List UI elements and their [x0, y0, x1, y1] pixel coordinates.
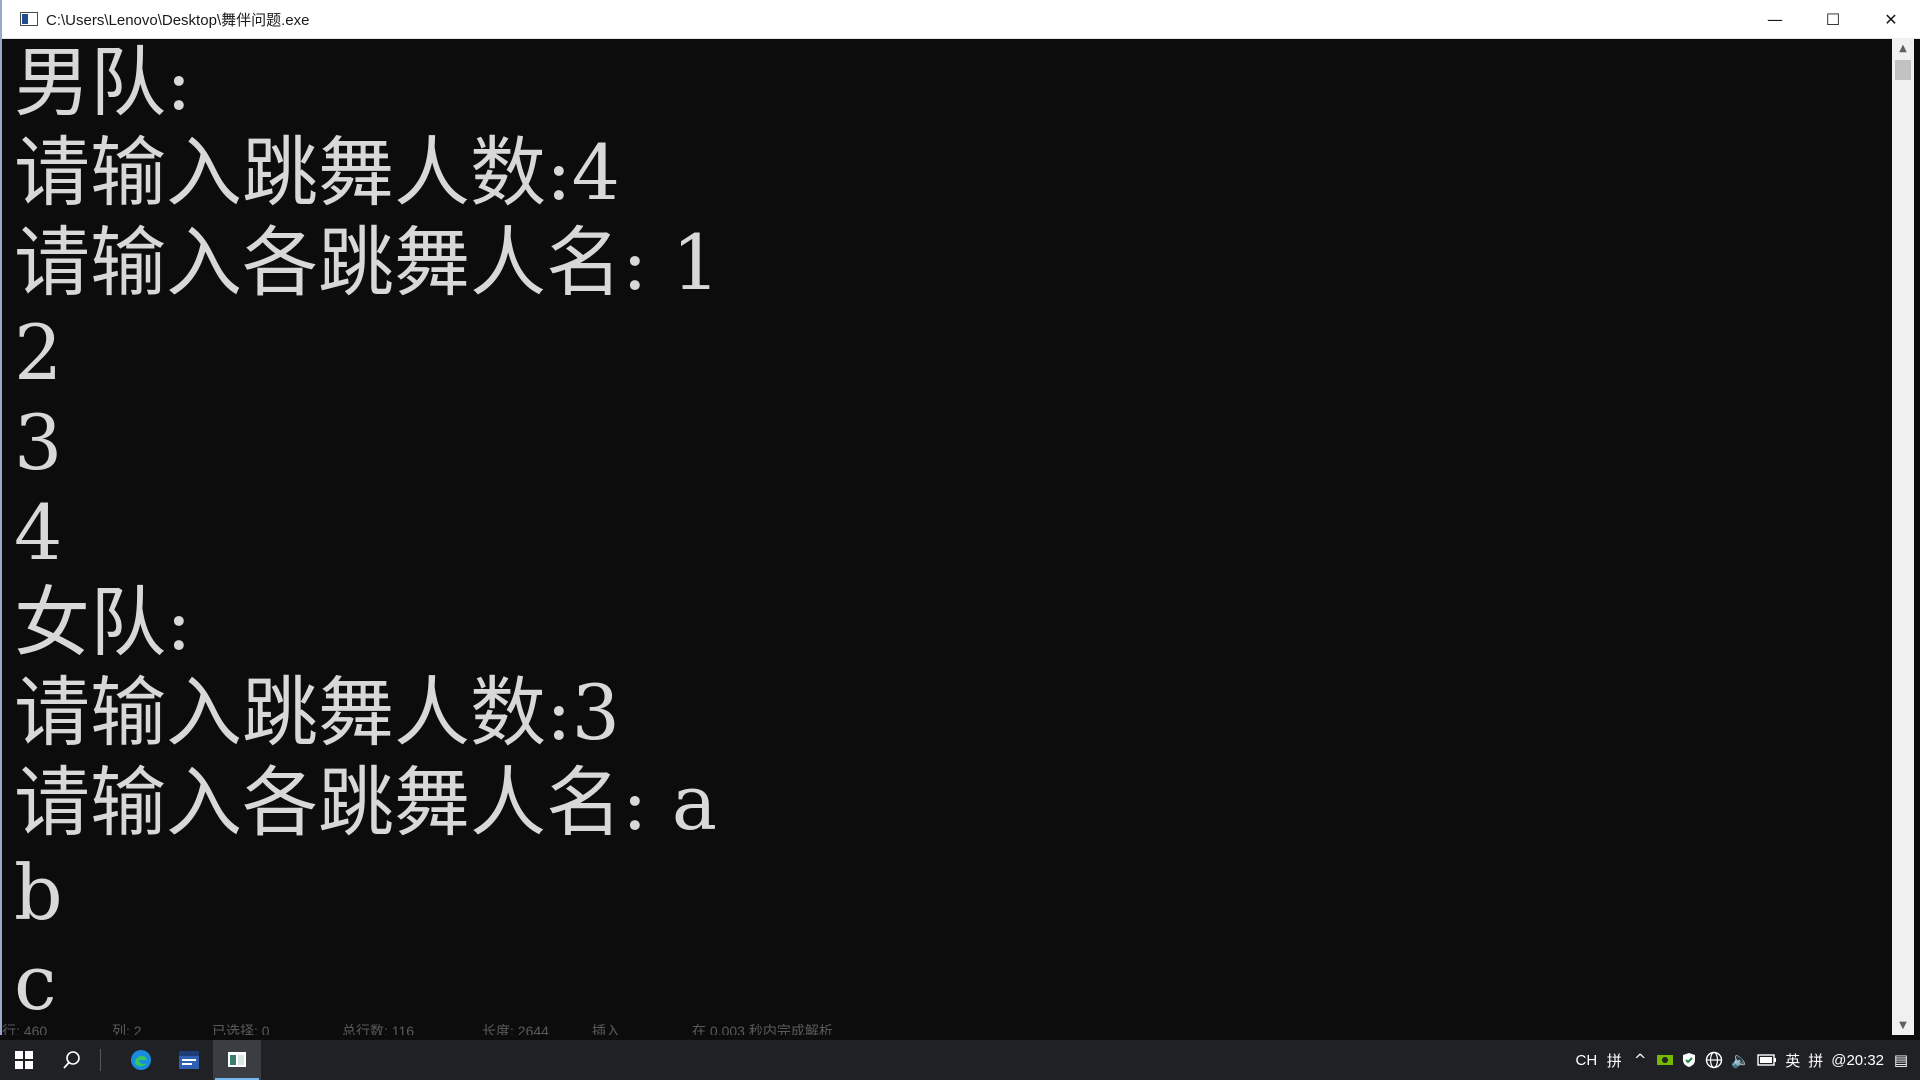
console-line: 请输入各跳舞人名: a	[14, 758, 718, 847]
ime-language-toggle[interactable]: 英	[1785, 1050, 1800, 1071]
input-language-indicator[interactable]: CH	[1576, 1052, 1598, 1069]
status-insert-mode: 插入	[592, 1023, 620, 1035]
vertical-scrollbar[interactable]: ▲ ▼	[1892, 38, 1914, 1035]
console-app-icon[interactable]	[20, 12, 38, 26]
window-titlebar[interactable]: C:\Users\Lenovo\Desktop\舞伴问题.exe — ☐ ✕	[2, 0, 1920, 39]
status-selected: 已选择: 0	[212, 1023, 270, 1035]
console-line: 3	[14, 398, 63, 487]
ime-mode-toggle[interactable]: 拼	[1808, 1050, 1823, 1071]
scroll-down-icon: ▼	[1899, 1019, 1907, 1031]
network-globe-icon[interactable]	[1705, 1051, 1723, 1069]
taskbar: CH 拼 ^ 🔈 英 拼 @20:32 ▤	[0, 1040, 1920, 1080]
notification-center-icon[interactable]: ▤	[1892, 1051, 1910, 1069]
console-line: 请输入跳舞人数:4	[14, 128, 620, 217]
scroll-down-button[interactable]: ▼	[1892, 1015, 1914, 1035]
system-tray: CH 拼 ^ 🔈 英 拼 @20:32 ▤	[1576, 1040, 1920, 1080]
console-line: 请输入跳舞人数:3	[14, 668, 620, 757]
edge-icon	[131, 1050, 151, 1070]
close-button[interactable]: ✕	[1862, 0, 1920, 38]
scroll-thumb[interactable]	[1895, 60, 1911, 80]
status-total-lines: 总行数: 116	[342, 1023, 415, 1035]
clock[interactable]: @20:32	[1831, 1052, 1884, 1069]
battery-icon[interactable]	[1757, 1054, 1777, 1066]
windows-start-icon	[15, 1051, 33, 1069]
console-line: 4	[14, 488, 63, 577]
minimize-button[interactable]: —	[1746, 0, 1804, 38]
scroll-up-button[interactable]: ▲	[1892, 38, 1914, 58]
status-column: 列: 2	[112, 1023, 142, 1035]
search-button[interactable]	[48, 1040, 96, 1080]
console-line: 女队:	[14, 578, 192, 667]
console-line: 2	[14, 308, 63, 397]
background-statusbar: 行: 460 列: 2 已选择: 0 总行数: 116 长度: 2644 插入 …	[2, 1022, 1892, 1035]
close-icon: ✕	[1884, 9, 1898, 29]
devcpp-icon	[179, 1051, 199, 1069]
volume-icon[interactable]: 🔈	[1731, 1051, 1750, 1069]
maximize-icon: ☐	[1825, 9, 1841, 29]
window-title: C:\Users\Lenovo\Desktop\舞伴问题.exe	[46, 11, 310, 29]
taskbar-divider	[100, 1049, 101, 1071]
console-line: 请输入各跳舞人名: 1	[14, 218, 721, 307]
ime-pinyin-icon[interactable]: 拼	[1605, 1050, 1623, 1071]
console-app-icon	[228, 1052, 246, 1067]
status-line: 行: 460	[2, 1023, 48, 1035]
taskbar-app-console[interactable]	[213, 1040, 261, 1080]
console-output[interactable]: 男队: 请输入跳舞人数:4 请输入各跳舞人名: 1 2 3 4 女队: 请输入跳…	[10, 38, 1890, 1035]
console-line: c	[14, 938, 57, 1027]
console-line: 男队:	[14, 38, 192, 127]
scroll-up-icon: ▲	[1899, 42, 1907, 54]
shield-icon[interactable]	[1681, 1052, 1697, 1068]
start-button[interactable]	[0, 1040, 48, 1080]
show-hidden-icons-chevron-icon[interactable]: ^	[1631, 1051, 1649, 1069]
status-parse-time: 在 0.003 秒内完成解析	[692, 1023, 833, 1035]
window-controls: — ☐ ✕	[1746, 0, 1920, 38]
search-icon	[63, 1051, 80, 1069]
status-length: 长度: 2644	[482, 1023, 549, 1035]
console-line: b	[14, 848, 63, 937]
taskbar-app-devcpp[interactable]	[165, 1040, 213, 1080]
maximize-button[interactable]: ☐	[1804, 0, 1862, 38]
console-window: C:\Users\Lenovo\Desktop\舞伴问题.exe — ☐ ✕ 男…	[0, 0, 1920, 1035]
minimize-icon: —	[1767, 9, 1783, 29]
taskbar-app-edge[interactable]	[117, 1040, 165, 1080]
nvidia-icon[interactable]	[1657, 1053, 1674, 1067]
